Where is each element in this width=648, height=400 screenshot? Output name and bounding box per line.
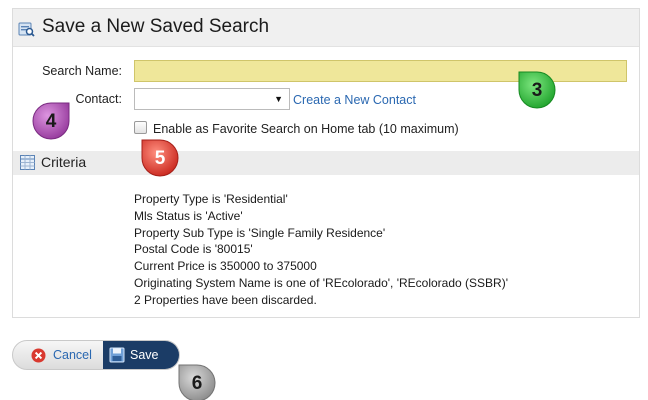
callout-badge-4: 4 [30, 100, 72, 142]
callout-badge-6: 6 [176, 362, 218, 400]
callout-number: 4 [45, 111, 57, 132]
floppy-disk-icon [109, 347, 125, 363]
callout-badge-5: 5 [139, 137, 181, 179]
callout-number: 3 [531, 80, 543, 101]
criteria-line: Mls Status is 'Active' [134, 208, 243, 223]
save-label: Save [130, 348, 159, 362]
cancel-icon [31, 348, 46, 363]
criteria-line: 2 Properties have been discarded. [134, 292, 317, 307]
criteria-line: Property Sub Type is 'Single Family Resi… [134, 225, 386, 240]
cancel-label: Cancel [53, 348, 92, 362]
dialog-title: Save a New Saved Search [42, 16, 270, 37]
contact-select[interactable]: ▼ [134, 88, 290, 110]
favorite-checkbox-label: Enable as Favorite Search on Home tab (1… [153, 122, 459, 136]
search-name-label: Search Name: [42, 64, 122, 78]
action-button-bar: Cancel Save [12, 340, 180, 370]
callout-number: 5 [154, 148, 166, 169]
callout-number: 6 [191, 373, 203, 394]
save-button[interactable]: Save [103, 341, 179, 369]
criteria-title: Criteria [41, 154, 87, 170]
criteria-line: Originating System Name is one of 'REcol… [134, 275, 508, 290]
chevron-down-icon: ▼ [274, 94, 283, 104]
create-contact-link[interactable]: Create a New Contact [293, 93, 416, 107]
panel-header: Save a New Saved Search [13, 9, 639, 47]
criteria-list: Property Type is 'Residential' Mls Statu… [134, 191, 508, 309]
criteria-line: Current Price is 350000 to 375000 [134, 259, 317, 274]
saved-search-icon [18, 22, 35, 37]
favorite-checkbox[interactable] [134, 121, 147, 134]
criteria-section-header: Criteria [13, 151, 639, 175]
cancel-button[interactable]: Cancel [13, 341, 103, 369]
table-grid-icon [20, 155, 35, 170]
criteria-line: Postal Code is '80015' [134, 242, 253, 257]
callout-badge-3: 3 [516, 69, 558, 111]
save-search-panel: Save a New Saved Search Search Name: Con… [12, 8, 640, 318]
criteria-line: Property Type is 'Residential' [134, 192, 288, 206]
